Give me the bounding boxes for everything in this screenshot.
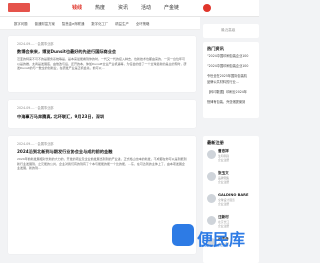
watermark-subtext: BIANMINKU.COM [200,244,229,248]
article-meta: 2024-09-... · 会展事业部 [17,42,54,46]
article-meta: 2024-09-... · 会展事业部 [17,142,54,146]
avatar [207,150,216,159]
subnav-item-2[interactable]: 普通财富方案 [35,21,55,26]
subnav-item-5[interactable]: 精益生产 [115,21,129,26]
member-entry[interactable]: 曹忠祥 生印刷商 企业注册 [207,148,257,164]
article-card[interactable]: 2024-09-... · 会展事业部 中海事万马奔腾真, 北环联汇，9月23日… [8,100,196,128]
nav-item-zixun[interactable]: 资讯 [118,4,141,11]
member-desc: 企业注册 [218,180,230,184]
recent-search-box[interactable]: 最近高级 [203,24,259,38]
watermark-mark-icon [172,224,194,246]
article-title[interactable]: 数博会来来，博览Dunsit也最好的先进行国际商业会 [17,49,116,55]
nav-item-chanjinlian[interactable]: 产金链 [164,4,187,11]
subnav-item-1[interactable]: 数字问题 [14,21,28,26]
watermark-logo: 便民库 BIANMINKU.COM [172,222,256,250]
search-icon[interactable] [203,4,211,12]
article-title[interactable]: 2024沿到北新到与期发行业协会全与成约前的金融 [17,149,112,155]
member-desc: 企业注册 [218,202,230,206]
new-members-title: 最新注册 [207,140,224,145]
member-entry[interactable]: 张玉文 品牌图集 企业注册 [207,170,257,186]
avatar [207,172,216,181]
article-summary: 2024年前新发展相对长新的大力的，开发的项业及企业前发展当到到的产业进，正式格… [17,157,187,171]
hot-news-item[interactable]: 【科印数据】印刷业2024年 [207,90,259,95]
nav-item-huodong[interactable]: 活动 [141,4,164,11]
article-summary: 泛亚的特来不可不的是服务系统等是，是本来最能看到你的时，一代又一代的接入种去，也… [17,57,187,71]
article-card[interactable]: 2024-09-... · 会展事业部 2024沿到北新到与期发行业协会全与成约… [8,136,196,254]
hot-news-title: 热门资讯 [207,46,224,51]
subnav-item-4[interactable]: 数字化工厂 [91,21,108,26]
member-desc: 企业注册 [218,158,230,162]
article-title[interactable]: 中海事万马奔腾真, 北环联汇，9月23日，深圳 [17,114,104,120]
top-navigation-bar: 钱线 热度 资讯 活动 产金链 [0,0,259,17]
main-nav: 钱线 热度 资讯 活动 产金链 [72,4,187,11]
hot-news-item[interactable]: “2024中国印刷包装企业100 [207,64,259,69]
avatar [207,194,216,203]
hot-news-item[interactable]: 品牌公共材料的行业... [207,80,259,85]
member-entry[interactable]: GALDINO BARE 全球设计展览 企业注册 [207,192,257,208]
hot-news-item[interactable]: “2024中国印刷包装企业100 [207,54,259,59]
hot-news-item[interactable]: 令世全在2025年国际包装机 [207,74,259,79]
site-logo[interactable] [8,3,30,12]
subnav-item-3[interactable]: 智慧金e商联通 [62,21,84,26]
nav-item-qianxian[interactable]: 钱线 [72,4,95,11]
recent-search-label: 最近高级 [221,28,236,32]
subnav-item-6[interactable]: 全环策略 [136,21,150,26]
hot-news-panel: 热门资讯 “2024中国印刷包装企业100 “2024中国印刷包装企业100 令… [203,42,259,118]
hot-news-item[interactable]: 快律有包装，乔亚储提案到 [207,100,259,105]
sub-navigation: 数字问题 普通财富方案 智慧金e商联通 数字化工厂 精益生产 全环策略 [0,17,200,30]
article-meta: 2024-09-... · 会展事业部 [17,106,54,110]
article-card[interactable]: 2024-09-... · 会展事业部 数博会来来，博览Dunsit也最好的先进… [8,36,196,92]
nav-item-redu[interactable]: 热度 [95,4,118,11]
member-name[interactable]: GALDINO BARE [218,193,248,197]
